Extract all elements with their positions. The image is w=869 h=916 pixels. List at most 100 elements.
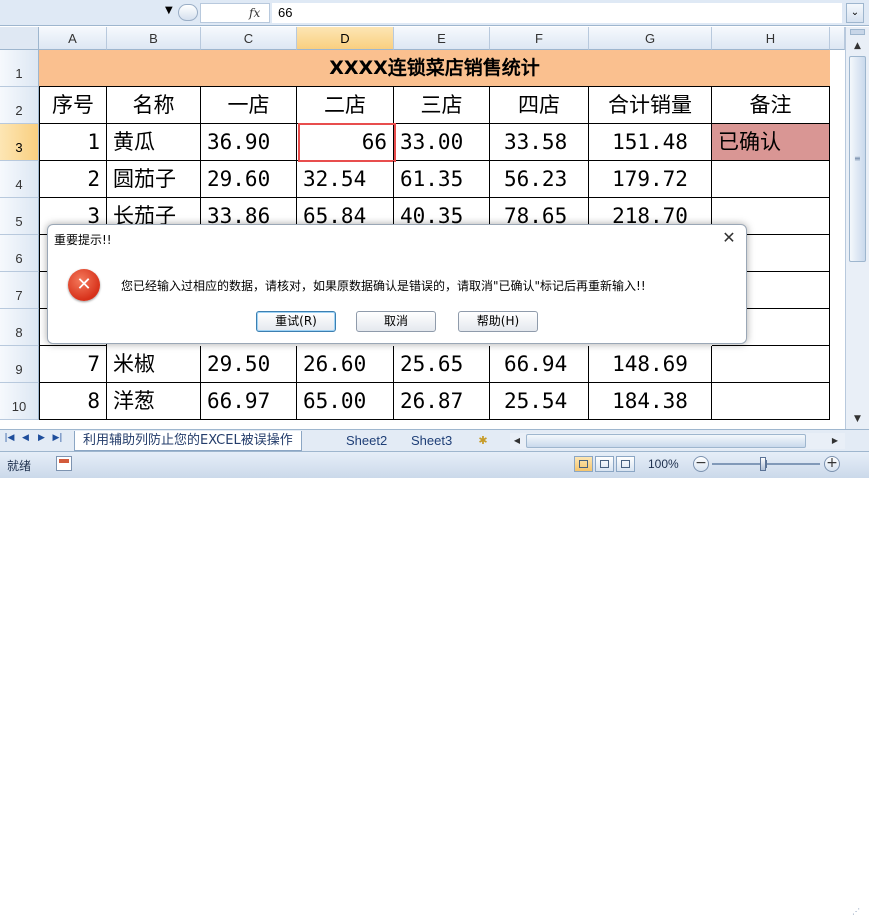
row-header-active[interactable]: 3 [0, 124, 39, 161]
cancel-button[interactable]: 取消 [356, 311, 436, 332]
store4-cell[interactable]: 56.23 [490, 161, 589, 198]
vertical-scroll-thumb[interactable]: ≡ [849, 56, 866, 262]
header-cell[interactable]: 三店 [394, 87, 490, 124]
store4-cell[interactable]: 33.58 [490, 124, 589, 161]
formula-bar-resize-handle[interactable] [178, 4, 198, 21]
sheet-tab-bar: |◀ ◀ ▶ ▶| 利用辅助列防止您的EXCEL被误操作 Sheet2 Shee… [0, 429, 869, 451]
row-header[interactable]: 1 [0, 50, 39, 87]
header-cell[interactable]: 序号 [39, 87, 107, 124]
store1-cell[interactable]: 29.60 [201, 161, 297, 198]
first-sheet-icon[interactable]: |◀ [4, 433, 15, 443]
row-header[interactable]: 10 [0, 383, 39, 420]
seq-cell[interactable]: 2 [39, 161, 107, 198]
note-cell[interactable] [712, 346, 830, 383]
total-cell[interactable]: 151.48 [589, 124, 712, 161]
column-header[interactable]: F [490, 27, 589, 50]
resize-grip-icon[interactable]: ⋰ [852, 908, 860, 916]
column-header-partial[interactable] [830, 27, 845, 50]
row-header[interactable]: 8 [0, 309, 39, 346]
page-layout-view-button[interactable] [595, 456, 614, 472]
scroll-right-icon[interactable]: ▶ [828, 433, 842, 449]
zoom-in-icon[interactable]: + [824, 456, 840, 472]
sheet-title-cell[interactable]: XXXX连锁菜店销售统计 [39, 50, 830, 87]
close-icon[interactable]: ✕ [720, 229, 738, 247]
store3-cell[interactable]: 26.87 [394, 383, 490, 420]
header-cell[interactable]: 合计销量 [589, 87, 712, 124]
store2-cell[interactable]: 32.54 [297, 161, 394, 198]
next-sheet-icon[interactable]: ▶ [36, 433, 47, 443]
name-cell[interactable]: 米椒 [107, 346, 201, 383]
column-header[interactable]: E [394, 27, 490, 50]
last-sheet-icon[interactable]: ▶| [52, 433, 63, 443]
page-break-preview-button[interactable] [616, 456, 635, 472]
store1-cell[interactable]: 36.90 [201, 124, 297, 161]
column-header[interactable]: B [107, 27, 201, 50]
double-chevron-down-icon[interactable]: ⌄ [846, 3, 864, 23]
total-cell[interactable]: 148.69 [589, 346, 712, 383]
note-cell[interactable] [712, 161, 830, 198]
insert-sheet-icon[interactable]: ✱ [474, 433, 492, 448]
store3-cell[interactable]: 25.65 [394, 346, 490, 383]
store4-cell[interactable]: 66.94 [490, 346, 589, 383]
row-header[interactable]: 5 [0, 198, 39, 235]
row-header[interactable]: 9 [0, 346, 39, 383]
store3-cell[interactable]: 61.35 [394, 161, 490, 198]
vertical-scrollbar[interactable]: ▲ ≡ ▼ [845, 27, 869, 429]
formula-input[interactable]: 66 [272, 3, 842, 23]
row-header[interactable]: 4 [0, 161, 39, 198]
header-cell[interactable]: 名称 [107, 87, 201, 124]
header-cell[interactable]: 一店 [201, 87, 297, 124]
store1-cell[interactable]: 66.97 [201, 383, 297, 420]
scroll-down-icon[interactable]: ▼ [849, 411, 866, 427]
sheet-tab-active[interactable]: 利用辅助列防止您的EXCEL被误操作 [74, 431, 302, 451]
sheet-tab[interactable]: Sheet3 [403, 431, 460, 451]
store4-cell[interactable]: 25.54 [490, 383, 589, 420]
note-cell[interactable] [712, 383, 830, 420]
column-header[interactable]: H [712, 27, 830, 50]
sheet-tab[interactable]: Sheet2 [338, 431, 395, 451]
normal-view-button[interactable] [574, 456, 593, 472]
note-cell-confirmed[interactable]: 已确认 [712, 124, 830, 161]
name-cell[interactable]: 黄瓜 [107, 124, 201, 161]
store2-cell-selected[interactable]: 66 [297, 124, 394, 161]
row-header[interactable]: 7 [0, 272, 39, 309]
zoom-slider-thumb[interactable] [760, 457, 766, 471]
seq-cell[interactable]: 8 [39, 383, 107, 420]
retry-button[interactable]: 重试(R) [256, 311, 336, 332]
header-cell[interactable]: 二店 [297, 87, 394, 124]
column-header[interactable]: G [589, 27, 712, 50]
store2-cell[interactable]: 65.00 [297, 383, 394, 420]
column-header[interactable]: C [201, 27, 297, 50]
row-header[interactable]: 6 [0, 235, 39, 272]
zoom-out-icon[interactable]: − [693, 456, 709, 472]
column-header[interactable]: A [39, 27, 107, 50]
store1-cell[interactable]: 29.50 [201, 346, 297, 383]
insert-function-icon[interactable]: fx [249, 6, 260, 20]
zoom-center-mark [766, 460, 767, 468]
scroll-up-icon[interactable]: ▲ [849, 38, 866, 54]
prev-sheet-icon[interactable]: ◀ [20, 433, 31, 443]
total-cell[interactable]: 184.38 [589, 383, 712, 420]
horizontal-scrollbar[interactable]: ◀ ▶ [510, 433, 845, 449]
macro-record-icon[interactable] [56, 456, 72, 471]
row-header[interactable]: 2 [0, 87, 39, 124]
name-box-dropdown-icon[interactable]: ▼ [165, 5, 173, 16]
name-cell[interactable]: 洋葱 [107, 383, 201, 420]
header-cell[interactable]: 备注 [712, 87, 830, 124]
store3-cell[interactable]: 33.00 [394, 124, 490, 161]
horizontal-scroll-thumb[interactable] [526, 434, 806, 448]
error-icon: ✕ [68, 269, 100, 301]
grip-icon: ≡ [854, 154, 861, 163]
name-cell[interactable]: 圆茄子 [107, 161, 201, 198]
split-handle[interactable] [850, 29, 865, 35]
zoom-level[interactable]: 100% [648, 457, 679, 471]
help-button[interactable]: 帮助(H) [458, 311, 538, 332]
store2-cell[interactable]: 26.60 [297, 346, 394, 383]
total-cell[interactable]: 179.72 [589, 161, 712, 198]
seq-cell[interactable]: 1 [39, 124, 107, 161]
seq-cell[interactable]: 7 [39, 346, 107, 383]
scroll-left-icon[interactable]: ◀ [510, 433, 524, 449]
column-header-active[interactable]: D [297, 27, 394, 50]
select-all-corner[interactable] [0, 27, 39, 50]
header-cell[interactable]: 四店 [490, 87, 589, 124]
